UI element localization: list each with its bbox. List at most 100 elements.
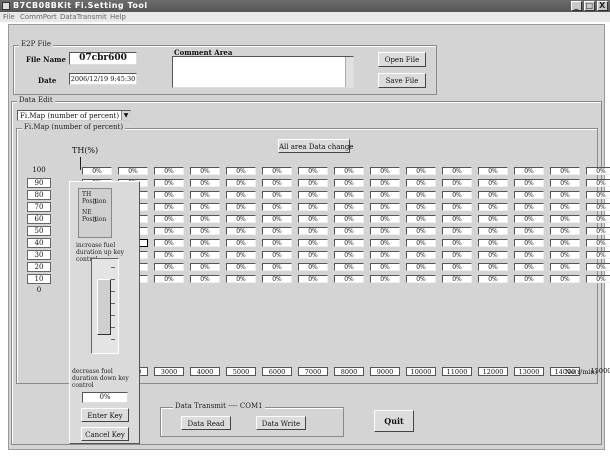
- map-cell[interactable]: 0%: [190, 251, 220, 259]
- map-cell[interactable]: 0%: [334, 263, 364, 271]
- map-cell[interactable]: 0%: [298, 167, 328, 175]
- map-cell[interactable]: 0%: [514, 191, 544, 199]
- map-cell[interactable]: 0%: [298, 275, 328, 283]
- map-cell[interactable]: 0%: [190, 203, 220, 211]
- data-read-button[interactable]: Data Read: [181, 416, 231, 430]
- map-cell[interactable]: 0%: [442, 227, 472, 235]
- menu-datatransmit[interactable]: DataTransmit: [60, 13, 107, 21]
- map-cell[interactable]: 0%: [478, 227, 508, 235]
- map-cell[interactable]: 0%: [262, 263, 292, 271]
- file-name-field[interactable]: 07cbr600: [69, 52, 137, 65]
- map-cell[interactable]: 0%: [478, 167, 508, 175]
- map-cell[interactable]: 0%: [406, 167, 436, 175]
- chevron-down-icon[interactable]: ▼: [121, 111, 130, 120]
- map-cell[interactable]: 0%: [514, 179, 544, 187]
- map-cell[interactable]: 0%: [118, 167, 148, 175]
- data-write-button[interactable]: Data Write: [256, 416, 306, 430]
- slider-thumb[interactable]: [97, 279, 111, 335]
- fuel-duration-slider[interactable]: [91, 258, 119, 354]
- map-cell[interactable]: 0%: [298, 191, 328, 199]
- map-cell[interactable]: 0%: [190, 263, 220, 271]
- map-select[interactable]: Fi.Map (number of percent) ▼: [17, 110, 131, 121]
- map-cell[interactable]: 0%: [514, 239, 544, 247]
- map-cell[interactable]: 0%: [298, 263, 328, 271]
- map-cell[interactable]: 0%: [586, 191, 610, 199]
- map-cell[interactable]: 0%: [262, 215, 292, 223]
- map-cell[interactable]: 0%: [262, 203, 292, 211]
- map-cell[interactable]: 0%: [154, 227, 184, 235]
- map-cell[interactable]: 0%: [226, 227, 256, 235]
- map-cell[interactable]: 0%: [586, 167, 610, 175]
- map-cell[interactable]: 0%: [442, 191, 472, 199]
- map-cell[interactable]: 0%: [154, 263, 184, 271]
- map-cell[interactable]: 0%: [226, 275, 256, 283]
- map-cell[interactable]: 0%: [586, 215, 610, 223]
- map-cell[interactable]: 0%: [262, 167, 292, 175]
- map-cell[interactable]: 0%: [154, 203, 184, 211]
- map-cell[interactable]: 0%: [442, 251, 472, 259]
- map-cell[interactable]: 0%: [478, 203, 508, 211]
- map-cell[interactable]: 0%: [478, 239, 508, 247]
- save-file-button[interactable]: Save File: [378, 73, 426, 88]
- map-cell[interactable]: 0%: [82, 167, 112, 175]
- map-cell[interactable]: 0%: [334, 179, 364, 187]
- open-file-button[interactable]: Open File: [378, 52, 426, 67]
- map-cell[interactable]: 0%: [514, 215, 544, 223]
- menu-help[interactable]: Help: [110, 13, 126, 21]
- map-cell[interactable]: 0%: [154, 167, 184, 175]
- comment-area-input[interactable]: [172, 56, 354, 88]
- map-cell[interactable]: 0%: [550, 227, 580, 235]
- map-cell[interactable]: 0%: [334, 203, 364, 211]
- map-cell[interactable]: 0%: [478, 263, 508, 271]
- map-cell[interactable]: 0%: [334, 227, 364, 235]
- map-cell[interactable]: 0%: [550, 251, 580, 259]
- map-cell[interactable]: 0%: [406, 215, 436, 223]
- map-cell[interactable]: 0%: [226, 239, 256, 247]
- map-cell[interactable]: 0%: [370, 251, 400, 259]
- map-cell[interactable]: 0%: [406, 239, 436, 247]
- map-cell[interactable]: 0%: [550, 215, 580, 223]
- map-cell[interactable]: 0%: [442, 179, 472, 187]
- comment-scrollbar[interactable]: [345, 57, 353, 87]
- map-cell[interactable]: 0%: [154, 239, 184, 247]
- map-cell[interactable]: 0%: [262, 227, 292, 235]
- map-cell[interactable]: 0%: [190, 275, 220, 283]
- map-cell[interactable]: 0%: [442, 167, 472, 175]
- map-cell[interactable]: 0%: [514, 275, 544, 283]
- map-cell[interactable]: 0%: [154, 191, 184, 199]
- map-cell[interactable]: 0%: [478, 179, 508, 187]
- map-cell[interactable]: 0%: [262, 179, 292, 187]
- map-cell[interactable]: 0%: [298, 203, 328, 211]
- map-cell[interactable]: 0%: [478, 275, 508, 283]
- map-cell[interactable]: 0%: [334, 275, 364, 283]
- map-cell[interactable]: 0%: [442, 239, 472, 247]
- map-cell[interactable]: 0%: [226, 263, 256, 271]
- map-cell[interactable]: 0%: [550, 239, 580, 247]
- map-cell[interactable]: 0%: [514, 227, 544, 235]
- menu-file[interactable]: File: [3, 13, 15, 21]
- map-cell[interactable]: 0%: [442, 275, 472, 283]
- map-cell[interactable]: 0%: [190, 179, 220, 187]
- map-cell[interactable]: 0%: [442, 203, 472, 211]
- map-cell[interactable]: 0%: [586, 263, 610, 271]
- map-cell[interactable]: 0%: [478, 251, 508, 259]
- date-field[interactable]: 2006/12/19 9:45:30: [69, 73, 137, 85]
- map-cell[interactable]: 0%: [406, 263, 436, 271]
- map-cell[interactable]: 0%: [262, 275, 292, 283]
- map-cell[interactable]: 0%: [586, 251, 610, 259]
- map-cell[interactable]: 0%: [226, 215, 256, 223]
- enter-key-button[interactable]: Enter Key: [81, 408, 129, 422]
- map-cell[interactable]: 0%: [586, 227, 610, 235]
- map-cell[interactable]: 0%: [334, 167, 364, 175]
- map-cell[interactable]: 0%: [586, 239, 610, 247]
- map-cell[interactable]: 0%: [370, 275, 400, 283]
- map-cell[interactable]: 0%: [370, 167, 400, 175]
- map-cell[interactable]: 0%: [190, 191, 220, 199]
- map-cell[interactable]: 0%: [298, 179, 328, 187]
- map-cell[interactable]: 0%: [406, 179, 436, 187]
- fuel-value-field[interactable]: 0%: [82, 392, 128, 403]
- map-cell[interactable]: 0%: [226, 203, 256, 211]
- map-cell[interactable]: 0%: [586, 275, 610, 283]
- map-cell[interactable]: 0%: [298, 251, 328, 259]
- cancel-key-button[interactable]: Cancel Key: [81, 427, 129, 441]
